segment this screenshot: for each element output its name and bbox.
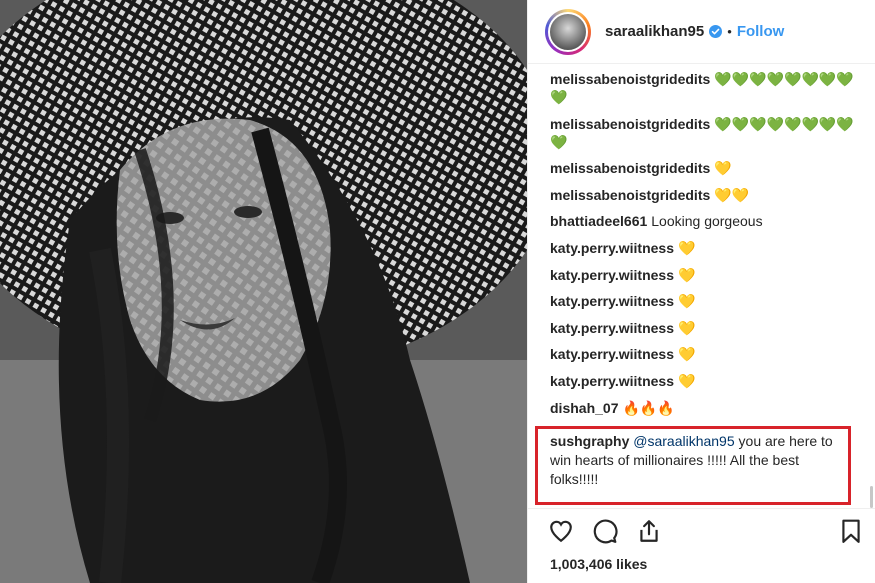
comment-text: 💛 [677, 346, 696, 363]
comment-author[interactable]: katy.perry.wiitness [550, 346, 674, 362]
comment-list: melissabenoistgridedits 💚💚💚💚💚💚💚💚💚 melissa… [550, 70, 868, 425]
verified-badge-icon [709, 25, 723, 38]
separator-dot: • [727, 24, 732, 39]
bookmark-icon[interactable] [838, 518, 864, 544]
comment-text: 💛💛 [714, 186, 750, 203]
post-header: saraalikhan95 • Follow [528, 0, 875, 64]
comment-author[interactable]: sushgraphy [550, 433, 629, 449]
comment-text: 💛 [677, 239, 696, 256]
comment-icon[interactable] [592, 518, 618, 544]
comment-text: 💛 [677, 293, 696, 310]
comment-item: katy.perry.wiitness 💛 [550, 345, 868, 363]
comment-item: katy.perry.wiitness 💛 [550, 372, 868, 390]
comment-author[interactable]: melissabenoistgridedits [550, 187, 710, 203]
comments-scrollbar[interactable] [870, 486, 873, 508]
comment-author[interactable]: melissabenoistgridedits [550, 71, 710, 87]
comment-item: katy.perry.wiitness 💛 [550, 266, 868, 284]
comment-author[interactable]: katy.perry.wiitness [550, 267, 674, 283]
comment-item: katy.perry.wiitness 💛 [550, 239, 868, 257]
comment-item: bhattiadeel661 Looking gorgeous [550, 212, 868, 230]
heart-icon[interactable] [548, 518, 574, 544]
comment-text: Looking gorgeous [651, 213, 763, 230]
share-icon[interactable] [636, 518, 662, 544]
comment-author[interactable]: katy.perry.wiitness [550, 240, 674, 256]
comment-text: 💛 [677, 319, 696, 336]
highlighted-comment: sushgraphy @saraalikhan95 you are here t… [550, 432, 846, 489]
post-username[interactable]: saraalikhan95 [605, 23, 704, 40]
photo-illustration [0, 0, 527, 583]
comment-author[interactable]: katy.perry.wiitness [550, 293, 674, 309]
comment-text: 💛 [714, 160, 732, 177]
comment-author[interactable]: melissabenoistgridedits [550, 160, 710, 176]
comment-item: katy.perry.wiitness 💛 [550, 292, 868, 310]
comment-author[interactable]: katy.perry.wiitness [550, 373, 674, 389]
comment-text: 🔥🔥🔥 [622, 399, 675, 416]
comment-author[interactable]: katy.perry.wiitness [550, 320, 674, 336]
comment-item: melissabenoistgridedits 💚💚💚💚💚💚💚💚💚 [550, 70, 868, 106]
comment-item: melissabenoistgridedits 💛 [550, 159, 868, 177]
comment-item: dishah_07 🔥🔥🔥 [550, 399, 868, 417]
avatar-story-ring[interactable] [545, 8, 591, 55]
avatar[interactable] [548, 11, 588, 52]
comment-item: melissabenoistgridedits 💚💚💚💚💚💚💚💚💚 [550, 115, 868, 151]
comment-text: 💛 [677, 372, 696, 389]
likes-count[interactable]: 1,003,406 likes [550, 556, 647, 572]
comment-author[interactable]: melissabenoistgridedits [550, 116, 710, 132]
follow-button[interactable]: Follow [737, 23, 785, 40]
comment-mention[interactable]: @saraalikhan95 [633, 433, 734, 449]
post-action-bar [528, 508, 875, 552]
comment-text: 💛 [677, 266, 696, 283]
comment-item: katy.perry.wiitness 💛 [550, 319, 868, 337]
comment-author[interactable]: bhattiadeel661 [550, 213, 647, 229]
comment-author[interactable]: dishah_07 [550, 400, 618, 416]
post-photo[interactable] [0, 0, 527, 583]
comment-item: melissabenoistgridedits 💛💛 [550, 186, 868, 204]
